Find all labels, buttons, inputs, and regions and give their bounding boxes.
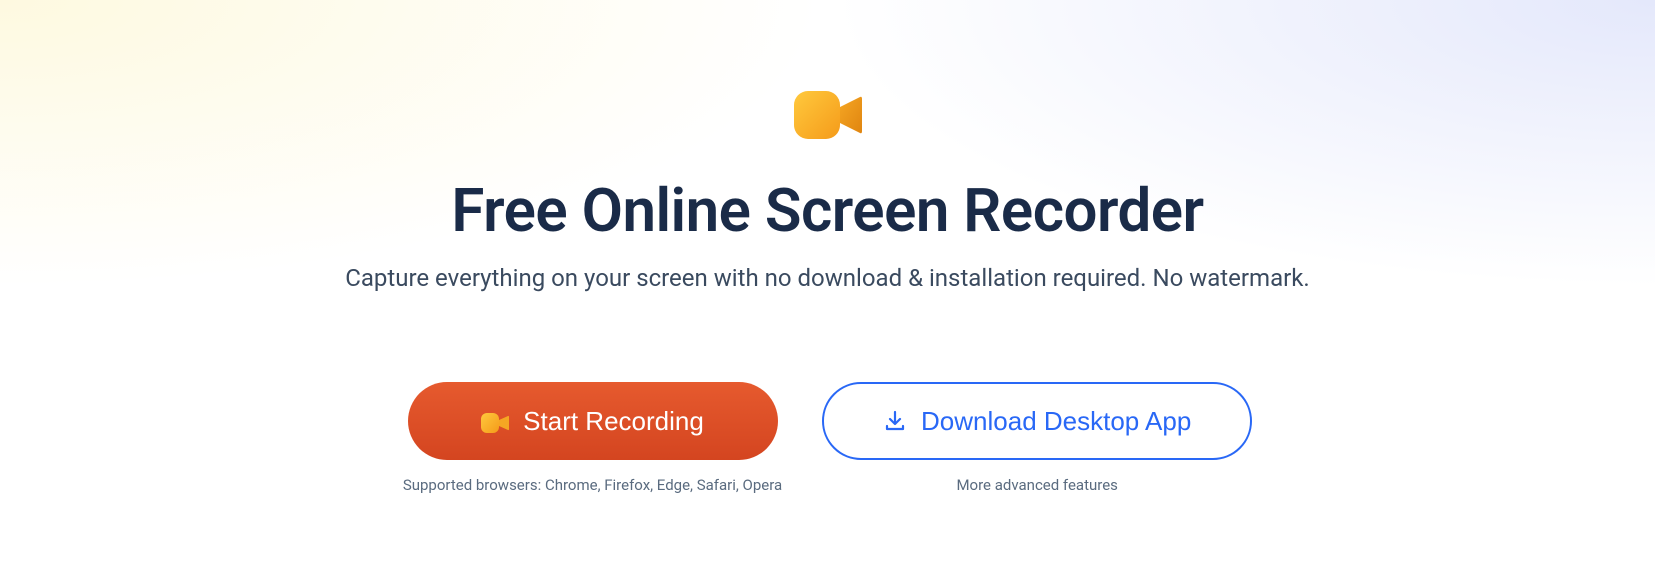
camera-logo-icon <box>792 85 864 145</box>
page-title: Free Online Screen Recorder <box>451 175 1203 246</box>
primary-caption: Supported browsers: Chrome, Firefox, Edg… <box>403 476 782 494</box>
camera-icon <box>481 410 509 432</box>
page-subtitle: Capture everything on your screen with n… <box>345 264 1310 292</box>
download-desktop-button[interactable]: Download Desktop App <box>822 382 1252 460</box>
secondary-action-col: Download Desktop App More advanced featu… <box>822 382 1252 494</box>
start-recording-label: Start Recording <box>523 406 704 437</box>
action-buttons-row: Start Recording Supported browsers: Chro… <box>403 382 1252 494</box>
download-icon <box>883 409 907 433</box>
secondary-caption: More advanced features <box>956 476 1117 494</box>
download-desktop-label: Download Desktop App <box>921 406 1191 437</box>
primary-action-col: Start Recording Supported browsers: Chro… <box>403 382 782 494</box>
start-recording-button[interactable]: Start Recording <box>408 382 778 460</box>
